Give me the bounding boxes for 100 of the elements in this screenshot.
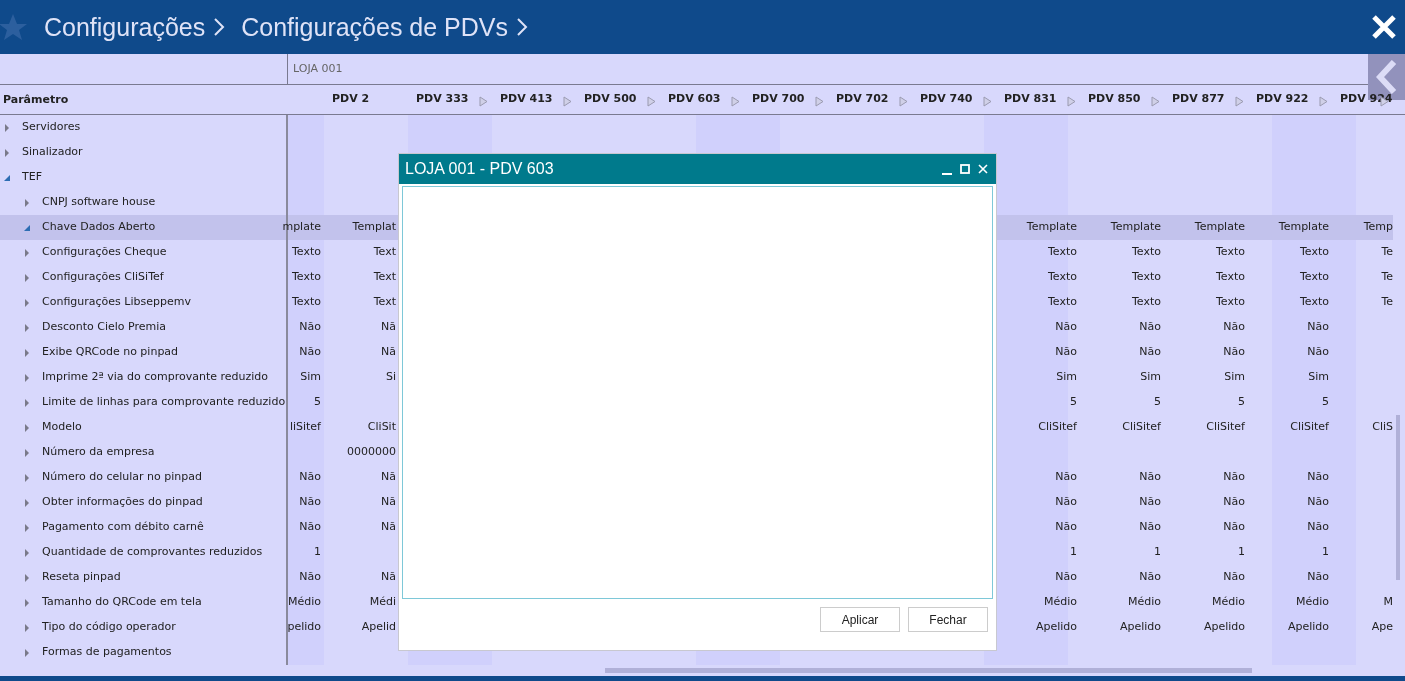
tree-item[interactable]: Obter informações do pinpad [0,490,286,515]
tree-item[interactable]: Modelo [0,415,286,440]
column-header[interactable]: PDV 700 [752,91,805,108]
collapsed-triangle-icon[interactable] [24,523,30,532]
column-header[interactable]: PDV 603 [668,91,721,108]
column-header[interactable]: PDV 500 [584,91,637,108]
collapsed-triangle-icon[interactable] [24,573,30,582]
tree-item[interactable]: Reseta pinpad [0,565,286,590]
tree-item[interactable]: Imprime 2ª via do comprovante reduzido [0,365,286,390]
cell-value: Apelido [1035,619,1077,636]
parameter-label: Limite de linhas para comprovante reduzido [42,394,286,411]
tree-item[interactable]: Número do celular no pinpad [0,465,286,490]
collapsed-triangle-icon[interactable] [24,398,30,407]
expanded-triangle-icon[interactable] [24,223,30,232]
collapsed-triangle-icon[interactable] [24,198,30,207]
cell-value: Nã [381,569,396,586]
cell-value: Não [1307,569,1329,586]
cell-value: pelido [287,619,321,636]
collapsed-triangle-icon[interactable] [4,148,10,157]
store-label: LOJA 001 [292,61,343,77]
dialog-title: LOJA 001 - PDV 603 [405,159,554,179]
cell-value: 5 [1322,394,1329,411]
column-header[interactable]: PDV 831 [1004,91,1057,108]
column-header[interactable]: PDV 740 [920,91,973,108]
cell-value: Template [1194,219,1245,236]
collapsed-triangle-icon[interactable] [24,598,30,607]
tree-item[interactable]: Configurações Cheque [0,240,286,265]
parameter-label: Reseta pinpad [42,569,121,586]
cell-value: Texto [1132,269,1161,286]
collapsed-triangle-icon[interactable] [24,423,30,432]
star-icon[interactable] [0,12,28,42]
tree-item[interactable]: Sinalizador [0,140,286,165]
collapsed-triangle-icon[interactable] [24,323,30,332]
tree-item[interactable]: Configurações CliSiTef [0,265,286,290]
cell-value: Texto [1300,269,1329,286]
close-icon[interactable] [1371,14,1397,40]
tree-item[interactable]: CNPJ software house [0,190,286,215]
tree-item[interactable]: Quantidade de comprovantes reduzidos [0,540,286,565]
tree-item[interactable]: Pagamento com débito carnê [0,515,286,540]
collapsed-triangle-icon[interactable] [24,648,30,657]
collapsed-triangle-icon[interactable] [24,298,30,307]
cell-value: Texto [1300,294,1329,311]
tree-item[interactable]: Formas de pagamentos [0,640,286,665]
cell-value: Texto [292,269,321,286]
cell-value: Text [373,269,396,286]
tree-item[interactable]: Exibe QRCode no pinpad [0,340,286,365]
column-header[interactable]: PDV 922 [1256,91,1309,108]
tree-item[interactable]: Tipo do código operador [0,615,286,640]
column-header[interactable]: PDV 333 [416,91,469,108]
chevron-left-icon [1375,60,1398,94]
tree-item[interactable]: Desconto Cielo Premia [0,315,286,340]
cell-value: Texto [1132,294,1161,311]
scrollbar-thumb[interactable] [1396,415,1400,580]
collapsed-triangle-icon[interactable] [24,448,30,457]
cell-value: Template [1278,219,1329,236]
collapsed-triangle-icon[interactable] [24,373,30,382]
dialog-button[interactable]: Fechar [908,607,988,632]
cell-value: Apelido [1287,619,1329,636]
tree-item[interactable]: TEF [0,165,286,190]
tree-item[interactable]: Configurações Libseppemv [0,290,286,315]
column-header[interactable]: PDV 2 [332,91,370,108]
maximize-icon[interactable] [960,164,970,174]
cell-value: Médi [369,594,396,611]
cell-value: Não [1139,569,1161,586]
cell-value: Não [299,319,321,336]
cell-value: Não [1139,319,1161,336]
collapsed-triangle-icon[interactable] [24,498,30,507]
cell-value: Te [1381,244,1393,261]
collapse-tab[interactable] [1368,54,1405,100]
breadcrumb-link[interactable]: Configurações [44,14,206,40]
close-icon[interactable] [978,164,988,174]
tree-item[interactable]: Limite de linhas para comprovante reduzido [0,390,286,415]
column-header[interactable]: PDV 702 [836,91,889,108]
parameter-label: Obter informações do pinpad [42,494,203,511]
collapsed-triangle-icon[interactable] [24,473,30,482]
column-header[interactable]: PDV 850 [1088,91,1141,108]
expanded-triangle-icon[interactable] [4,173,10,182]
collapsed-triangle-icon[interactable] [24,273,30,282]
breadcrumb-link[interactable]: Configurações de PDVs [241,14,509,40]
dialog-button[interactable]: Aplicar [820,607,900,632]
cell-value: Sim [1224,369,1245,386]
collapsed-triangle-icon[interactable] [4,123,10,132]
column-header[interactable]: PDV 413 [500,91,553,108]
cell-value: Médio [1295,594,1329,611]
column-header[interactable]: PDV 877 [1172,91,1225,108]
collapsed-triangle-icon[interactable] [24,548,30,557]
collapsed-triangle-icon[interactable] [24,348,30,357]
cell-value: 1 [1070,544,1077,561]
chevron-icon [516,17,529,37]
cell-value: CliSit [367,419,396,436]
tree-item[interactable]: Número da empresa [0,440,286,465]
tree-item[interactable]: Tamanho do QRCode em tela [0,590,286,615]
tree-item[interactable]: Servidores [0,115,286,140]
cell-value: Não [1223,494,1245,511]
cell-value: Não [1139,519,1161,536]
cell-value: Texto [1132,244,1161,261]
cell-value: Não [1139,494,1161,511]
collapsed-triangle-icon[interactable] [24,248,30,257]
scrollbar-thumb[interactable] [605,668,1252,673]
collapsed-triangle-icon[interactable] [24,623,30,632]
